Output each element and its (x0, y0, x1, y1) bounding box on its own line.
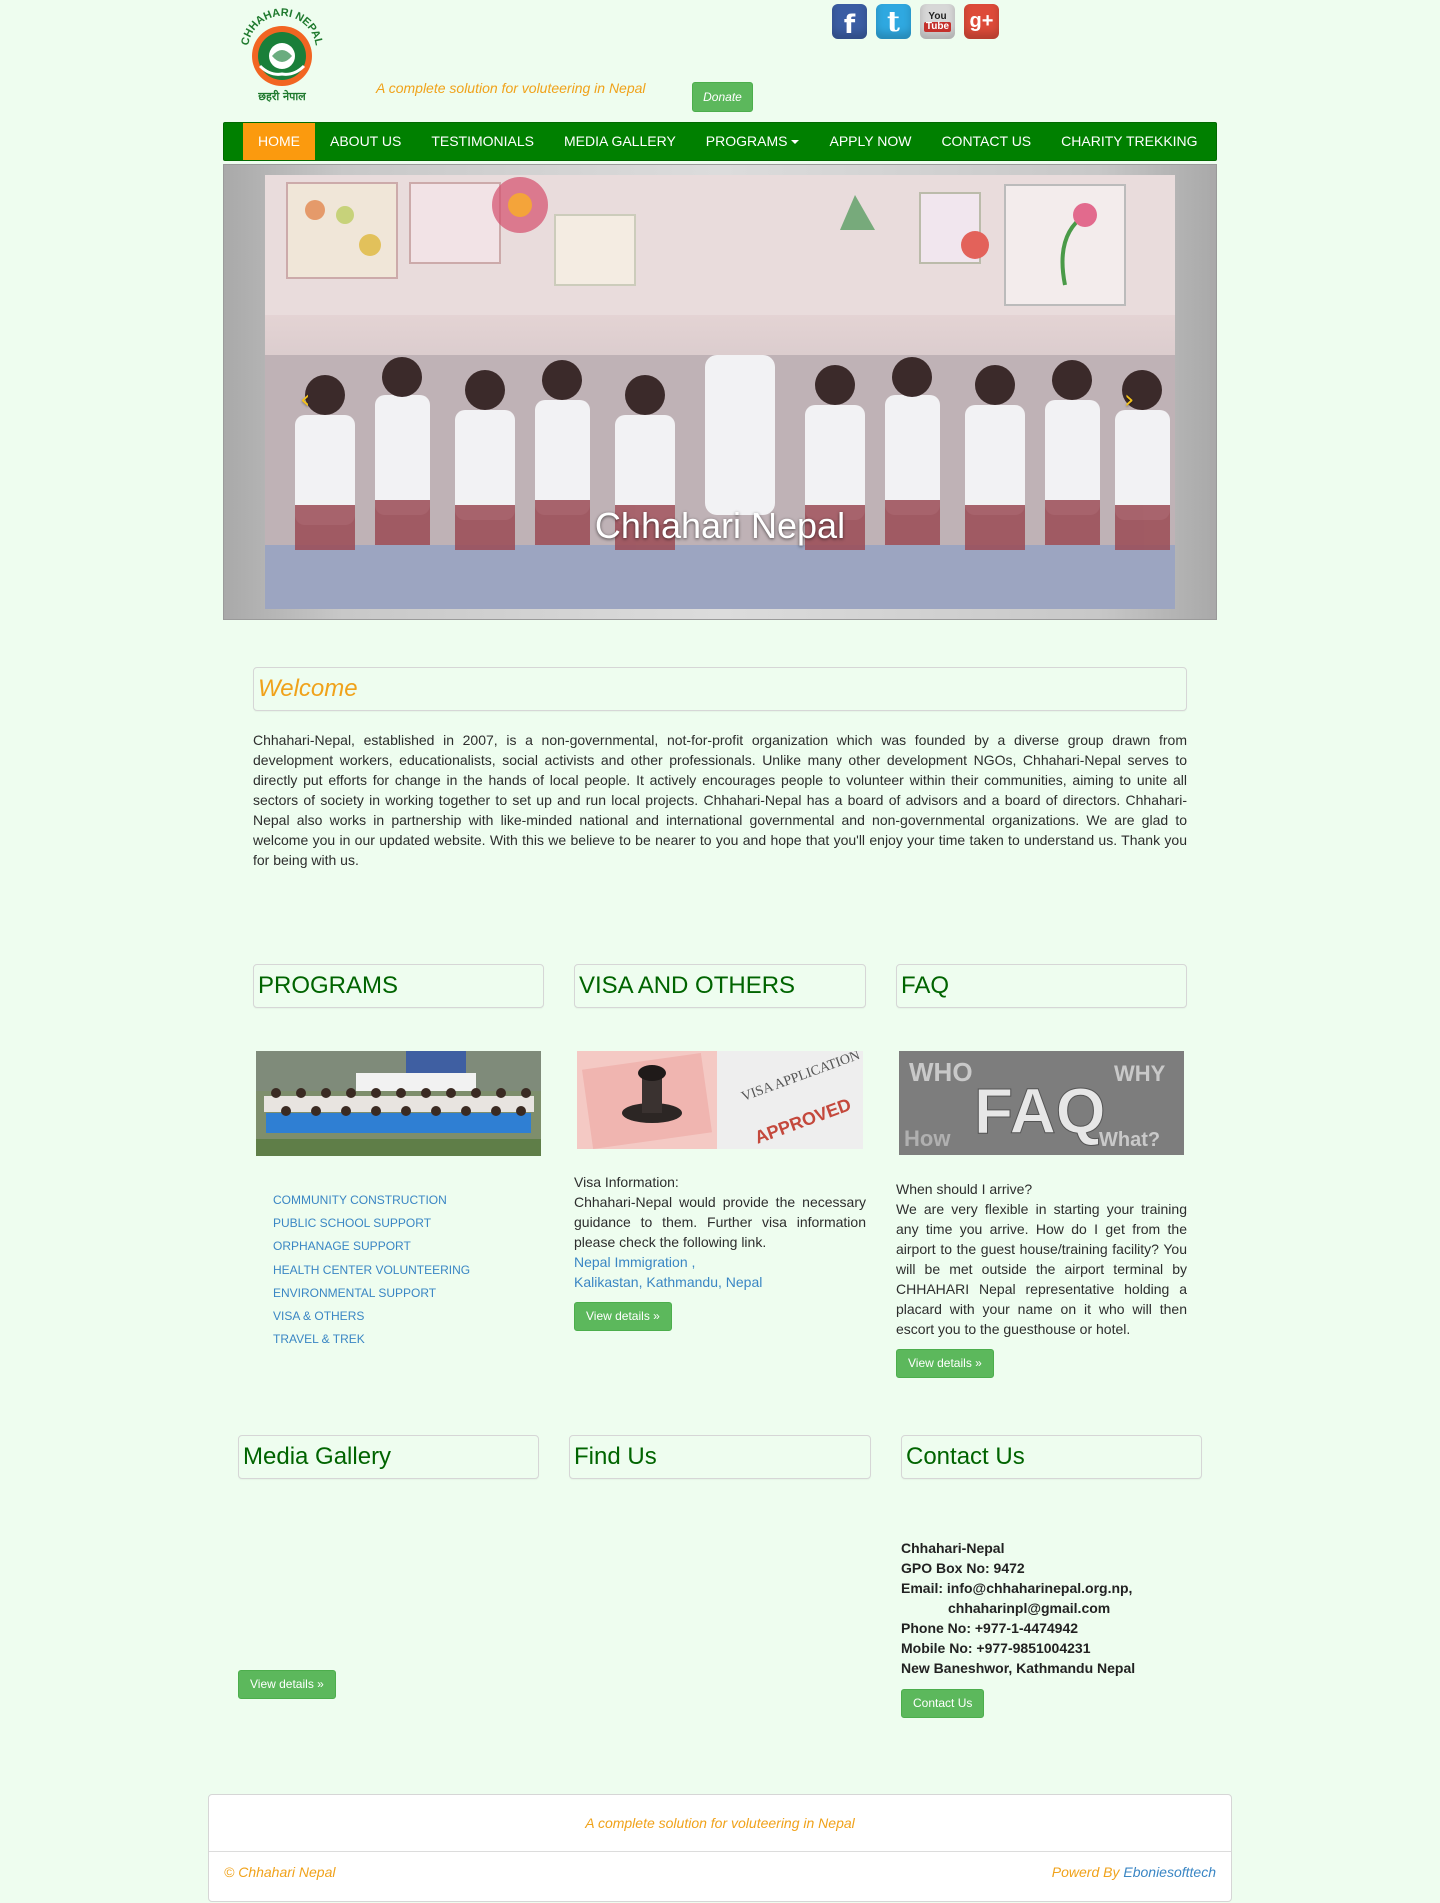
nav-apply-now[interactable]: APPLY NOW (814, 123, 926, 160)
list-item: PUBLIC SCHOOL SUPPORT (273, 1213, 470, 1236)
site-logo[interactable]: CHHAHARI NEPAL छहरी नेपाल (236, 4, 328, 104)
svg-text:WHO: WHO (909, 1057, 973, 1087)
contact-us-heading: Contact Us (901, 1435, 1202, 1479)
faq-info: When should I arrive? We are very flexib… (896, 1179, 1187, 1339)
logo-text-bottom: छहरी नेपाल (257, 89, 306, 103)
contact-email: Email: info@chhaharinepal.org.np, (901, 1580, 1133, 1596)
program-link[interactable]: COMMUNITY CONSTRUCTION (273, 1193, 447, 1207)
youtube-icon[interactable]: You Tube (920, 4, 955, 39)
programs-list: COMMUNITY CONSTRUCTION PUBLIC SCHOOL SUP… (273, 1190, 470, 1352)
image-carousel: Chhahari Nepal ‹ › (223, 164, 1217, 620)
find-us-heading: Find Us (569, 1435, 871, 1479)
footer-copyright: © Chhahari Nepal (224, 1864, 336, 1880)
chevron-left-icon[interactable]: ‹ (300, 385, 310, 415)
program-link[interactable]: ORPHANAGE SUPPORT (273, 1239, 411, 1253)
nav-contact-us[interactable]: CONTACT US (926, 123, 1046, 160)
visa-heading: VISA AND OTHERS (574, 964, 866, 1008)
visa-approved-image: VISA APPLICATION APPROVED (577, 1051, 863, 1149)
media-view-details-button[interactable]: View details » (238, 1670, 336, 1699)
chevron-right-icon[interactable]: › (1124, 385, 1134, 415)
twitter-icon[interactable]: t (876, 4, 911, 39)
visa-info-text: Chhahari-Nepal would provide the necessa… (574, 1194, 866, 1250)
program-link[interactable]: VISA & OTHERS (273, 1309, 364, 1323)
faq-image: WHO What? WHY How FAQ (899, 1051, 1184, 1155)
carousel-caption: Chhahari Nepal (594, 505, 846, 546)
faq-view-details-button[interactable]: View details » (896, 1349, 994, 1378)
contact-org: Chhahari-Nepal (901, 1540, 1005, 1556)
header-tagline: A complete solution for voluteering in N… (376, 80, 646, 96)
visa-view-details-button[interactable]: View details » (574, 1302, 672, 1331)
social-links: f t You Tube g+ (832, 4, 999, 40)
facebook-icon[interactable]: f (832, 4, 867, 40)
contact-us-button[interactable]: Contact Us (901, 1689, 985, 1718)
donate-button[interactable]: Donate (692, 82, 753, 112)
contact-gpo: GPO Box No: 9472 (901, 1560, 1025, 1576)
contact-email-secondary: chhaharinpl@gmail.com (948, 1600, 1111, 1616)
list-item: COMMUNITY CONSTRUCTION (273, 1190, 470, 1213)
welcome-text: Chhahari-Nepal, established in 2007, is … (253, 732, 1187, 868)
programs-group-photo (256, 1051, 541, 1156)
list-item: TRAVEL & TREK (273, 1329, 470, 1352)
nav-programs-dropdown[interactable]: PROGRAMS (691, 123, 815, 160)
googleplus-icon[interactable]: g+ (964, 4, 999, 39)
main-nav: HOME ABOUT US TESTIMONIALS MEDIA GALLERY… (223, 122, 1217, 161)
caret-down-icon (791, 140, 800, 145)
program-link[interactable]: ENVIRONMENTAL SUPPORT (273, 1286, 436, 1300)
developer-link[interactable]: Eboniesofttech (1123, 1864, 1216, 1880)
svg-text:WHY: WHY (1114, 1061, 1166, 1086)
nav-media-gallery[interactable]: MEDIA GALLERY (549, 123, 691, 160)
media-gallery-heading: Media Gallery (238, 1435, 539, 1479)
immigration-address-link[interactable]: Kalikastan, Kathmandu, Nepal (574, 1272, 866, 1292)
visa-info: Visa Information: Chhahari-Nepal would p… (574, 1172, 866, 1292)
footer-tagline: A complete solution for voluteering in N… (209, 1795, 1231, 1852)
visa-info-heading: Visa Information: (574, 1174, 679, 1190)
list-item: HEALTH CENTER VOLUNTEERING (273, 1260, 470, 1283)
faq-answer: We are very flexible in starting your tr… (896, 1201, 1187, 1337)
nav-home[interactable]: HOME (243, 123, 315, 160)
svg-text:FAQ: FAQ (974, 1075, 1106, 1147)
svg-text:What?: What? (1099, 1129, 1160, 1151)
welcome-heading: Welcome (253, 667, 1187, 711)
list-item: ORPHANAGE SUPPORT (273, 1236, 470, 1259)
immigration-link[interactable]: Nepal Immigration , (574, 1252, 866, 1272)
contact-info: Chhahari-Nepal GPO Box No: 9472 Email: i… (901, 1538, 1201, 1678)
program-link[interactable]: TRAVEL & TREK (273, 1332, 365, 1346)
faq-question: When should I arrive? (896, 1181, 1033, 1197)
program-link[interactable]: PUBLIC SCHOOL SUPPORT (273, 1216, 431, 1230)
contact-address: New Baneshwor, Kathmandu Nepal (901, 1660, 1136, 1676)
site-footer: A complete solution for voluteering in N… (208, 1794, 1232, 1902)
footer-powered-by: Powerd By Eboniesofttech (1051, 1864, 1216, 1880)
programs-heading: PROGRAMS (253, 964, 544, 1008)
faq-heading: FAQ (896, 964, 1187, 1008)
contact-mobile: Mobile No: +977-9851004231 (901, 1640, 1091, 1656)
nav-testimonials[interactable]: TESTIMONIALS (416, 123, 549, 160)
svg-text:How: How (904, 1126, 951, 1151)
nav-about-us[interactable]: ABOUT US (315, 123, 416, 160)
list-item: ENVIRONMENTAL SUPPORT (273, 1283, 470, 1306)
contact-phone: Phone No: +977-1-4474942 (901, 1620, 1079, 1636)
list-item: VISA & OTHERS (273, 1306, 470, 1329)
nav-charity-trekking[interactable]: CHARITY TREKKING (1046, 123, 1212, 160)
program-link[interactable]: HEALTH CENTER VOLUNTEERING (273, 1263, 470, 1277)
carousel-slide-image: Chhahari Nepal (265, 175, 1175, 609)
